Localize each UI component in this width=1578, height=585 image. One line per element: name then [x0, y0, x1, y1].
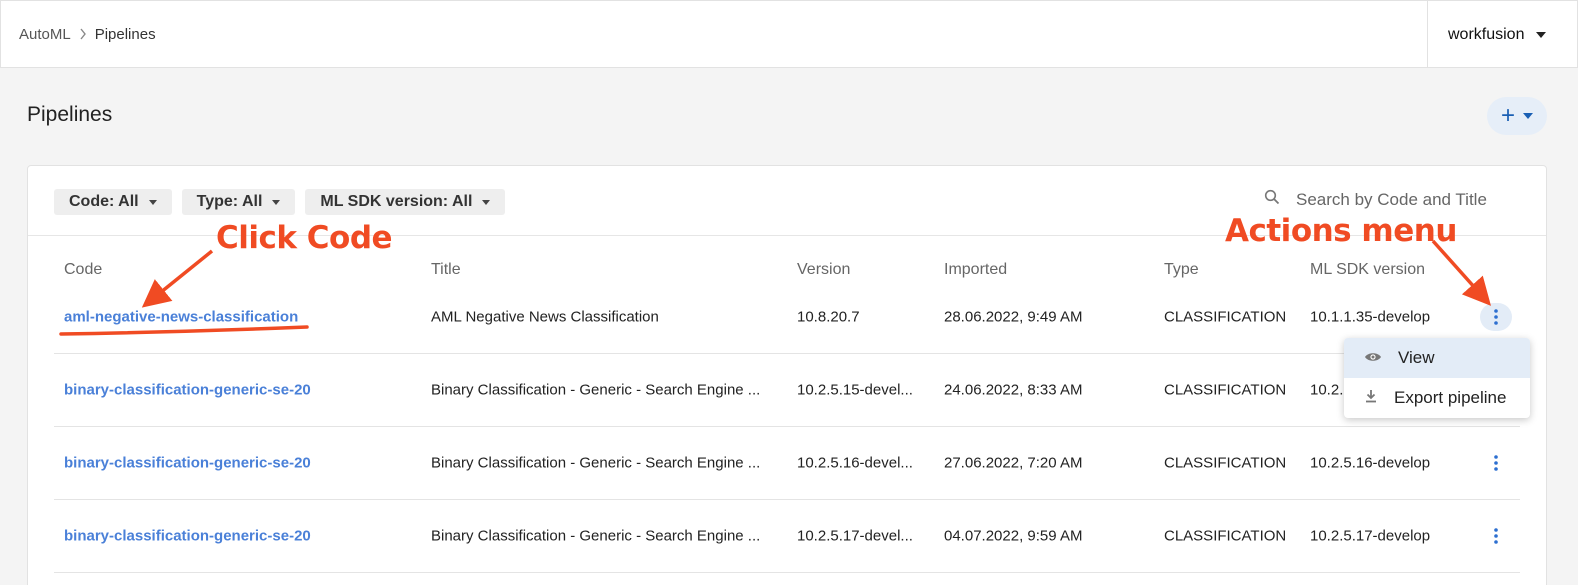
row-actions-button[interactable] [1480, 522, 1512, 550]
chevron-down-icon [1536, 31, 1547, 38]
type-filter-label: Type: All [196, 193, 263, 210]
ml-sdk-version-filter-label: ML SDK version: All [320, 193, 473, 210]
plus-icon: + [1500, 102, 1515, 129]
pipeline-imported: 28.06.2022, 9:49 AM [944, 308, 1083, 326]
chevron-down-icon [482, 199, 491, 205]
table-row: binary-classification-generic-se-20 Bina… [54, 354, 1520, 427]
pipeline-title: Binary Classification - Generic - Search… [431, 527, 761, 545]
table-row: binary-classification-generic-se-20 Bina… [54, 500, 1520, 573]
more-vertical-icon [1494, 455, 1498, 471]
top-bar: AutoML Pipelines workfusion [0, 0, 1578, 68]
pipeline-code-link[interactable]: binary-classification-generic-se-20 [64, 455, 404, 472]
column-header-title: Title [431, 261, 461, 278]
column-header-type: Type [1164, 261, 1199, 278]
annotation-actions-menu: Actions menu [1225, 213, 1457, 249]
user-menu-label: workfusion [1448, 25, 1525, 43]
add-pipeline-button[interactable]: + [1487, 97, 1547, 135]
search-placeholder: Search by Code and Title [1296, 189, 1487, 209]
pipeline-imported: 24.06.2022, 8:33 AM [944, 381, 1083, 399]
type-filter[interactable]: Type: All [181, 189, 296, 215]
filter-bar: Code: All Type: All ML SDK version: All [54, 189, 506, 215]
pipeline-type: CLASSIFICATION [1164, 308, 1287, 326]
page-title: Pipelines [27, 103, 113, 126]
actions-dropdown-menu: View Export pipeline [1344, 338, 1530, 418]
search-input[interactable]: Search by Code and Title [1264, 189, 1487, 210]
code-filter[interactable]: Code: All [54, 189, 172, 215]
pipeline-type: CLASSIFICATION [1164, 454, 1287, 472]
menu-item-view[interactable]: View [1344, 338, 1530, 378]
pipeline-code-link[interactable]: binary-classification-generic-se-20 [64, 382, 404, 399]
pipeline-sdk-version: 10.1.1.35-develop [1310, 308, 1431, 326]
user-menu-button[interactable]: workfusion [1427, 1, 1578, 68]
ml-sdk-version-filter[interactable]: ML SDK version: All [305, 189, 506, 215]
pipeline-title: Binary Classification - Generic - Search… [431, 454, 761, 472]
row-actions-button[interactable] [1480, 449, 1512, 477]
column-header-ml-sdk-version: ML SDK version [1310, 261, 1425, 278]
pipeline-title: AML Negative News Classification [431, 308, 659, 326]
menu-item-export-pipeline[interactable]: Export pipeline [1344, 378, 1530, 418]
pipeline-version: 10.8.20.7 [797, 308, 860, 326]
search-icon [1264, 189, 1280, 210]
pipeline-imported: 27.06.2022, 7:20 AM [944, 454, 1083, 472]
pipeline-type: CLASSIFICATION [1164, 527, 1287, 545]
pipeline-title: Binary Classification - Generic - Search… [431, 381, 761, 399]
chevron-down-icon [1523, 113, 1533, 119]
row-actions-button[interactable] [1480, 303, 1512, 331]
eye-icon [1364, 348, 1382, 368]
breadcrumb-separator-icon [79, 27, 87, 43]
breadcrumb-pipelines: Pipelines [94, 26, 156, 43]
more-vertical-icon [1494, 309, 1498, 325]
pipeline-code-link[interactable]: binary-classification-generic-se-20 [64, 528, 404, 545]
chevron-down-icon [272, 199, 281, 205]
breadcrumb: AutoML Pipelines [19, 26, 156, 43]
pipeline-code-link[interactable]: aml-negative-news-classification [64, 309, 404, 326]
more-vertical-icon [1494, 528, 1498, 544]
chevron-down-icon [148, 199, 157, 205]
annotation-click-code: Click Code [216, 220, 393, 256]
pipeline-type: CLASSIFICATION [1164, 381, 1287, 399]
menu-item-export-pipeline-label: Export pipeline [1394, 388, 1507, 407]
column-header-version: Version [797, 261, 851, 278]
code-filter-label: Code: All [69, 193, 139, 210]
table-row: aml-negative-news-classification AML Neg… [54, 281, 1520, 354]
column-header-code: Code [64, 261, 103, 278]
breadcrumb-automl[interactable]: AutoML [19, 26, 71, 43]
pipeline-sdk-version: 10.2.5.17-develop [1310, 527, 1431, 545]
pipeline-version: 10.2.5.15-devel... [797, 381, 913, 399]
pipeline-version: 10.2.5.17-devel... [797, 527, 913, 545]
pipeline-sdk-version: 10.2.5.16-develop [1310, 454, 1431, 472]
column-header-imported: Imported [944, 261, 1008, 278]
pipeline-imported: 04.07.2022, 9:59 AM [944, 527, 1083, 545]
download-icon [1364, 388, 1378, 408]
menu-item-view-label: View [1398, 348, 1435, 367]
pipeline-version: 10.2.5.16-devel... [797, 454, 913, 472]
table-row: binary-classification-generic-se-20 Bina… [54, 427, 1520, 500]
